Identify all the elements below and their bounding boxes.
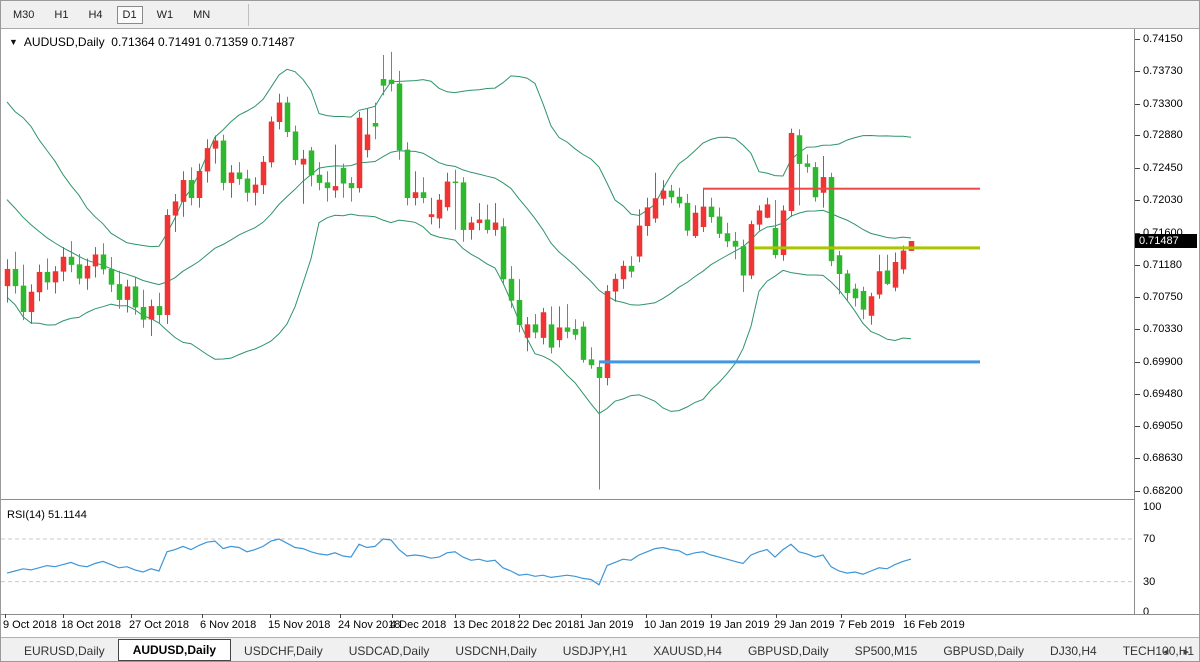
tab-usdcnh-daily[interactable]: USDCNH,Daily	[442, 641, 549, 661]
price-tick-label: 0.69050	[1143, 420, 1183, 432]
price-tick-label: 0.68200	[1143, 485, 1183, 497]
price-tick-mark	[1135, 362, 1140, 363]
price-tick-label: 0.69900	[1143, 356, 1183, 368]
date-tick-mark	[202, 614, 203, 618]
tab-eurusd-daily[interactable]: EURUSD,Daily	[11, 641, 118, 661]
date-tick-label: 16 Feb 2019	[903, 619, 965, 631]
rsi-tick-label: 100	[1143, 501, 1161, 513]
price-tick-mark	[1135, 297, 1140, 298]
chart-title: ▼ AUDUSD,Daily 0.71364 0.71491 0.71359 0…	[9, 35, 295, 49]
rsi-tick-label: 70	[1143, 533, 1155, 545]
date-tick-mark	[63, 614, 64, 618]
tab-audusd-daily[interactable]: AUDUSD,Daily	[118, 639, 231, 661]
tab-usdcad-daily[interactable]: USDCAD,Daily	[336, 641, 443, 661]
price-tick-mark	[1135, 458, 1140, 459]
timeframe-button-mn[interactable]: MN	[187, 6, 216, 24]
price-tick-mark	[1135, 39, 1140, 40]
date-tick-mark	[392, 614, 393, 618]
pane-separator[interactable]	[1, 499, 1135, 500]
rsi-indicator-label: RSI(14) 51.1144	[7, 509, 87, 521]
timeframe-button-w1[interactable]: W1	[151, 6, 180, 24]
date-tick-mark	[905, 614, 906, 618]
price-tick-mark	[1135, 71, 1140, 72]
date-tick-label: 15 Nov 2018	[268, 619, 330, 631]
date-tick-label: 19 Jan 2019	[709, 619, 770, 631]
date-tick-mark	[131, 614, 132, 618]
date-tick-mark	[270, 614, 271, 618]
price-tick-label: 0.72030	[1143, 194, 1183, 206]
price-tick-mark	[1135, 233, 1140, 234]
price-tick-label: 0.70330	[1143, 323, 1183, 335]
date-tick-label: 27 Oct 2018	[129, 619, 189, 631]
price-tick-label: 0.68630	[1143, 452, 1183, 464]
date-tick-mark	[581, 614, 582, 618]
date-tick-label: 1 Jan 2019	[579, 619, 633, 631]
price-chart-canvas[interactable]	[1, 29, 1134, 499]
timeframe-toolbar: M30 H1 H4 D1 W1 MN	[1, 1, 1200, 29]
price-tick-mark	[1135, 104, 1140, 105]
tab-gbpusd-daily[interactable]: GBPUSD,Daily	[735, 641, 842, 661]
price-tick-mark	[1135, 426, 1140, 427]
tab-dj30-h4[interactable]: DJ30,H4	[1037, 641, 1110, 661]
timeframe-button-h4[interactable]: H4	[82, 6, 108, 24]
price-tick-mark	[1135, 265, 1140, 266]
price-tick-label: 0.71180	[1143, 259, 1182, 271]
price-tick-mark	[1135, 135, 1140, 136]
price-tick-label: 0.72880	[1143, 129, 1183, 141]
terminal-window: M30 H1 H4 D1 W1 MN ▼ AUDUSD,Daily 0.71364 0.7…	[0, 0, 1200, 662]
timeframe-button-d1[interactable]: D1	[117, 6, 143, 24]
date-tick-label: 13 Dec 2018	[453, 619, 515, 631]
price-tick-mark	[1135, 491, 1140, 492]
chart-title-text: AUDUSD,Daily 0.71364 0.71491 0.71359 0.7…	[24, 35, 295, 49]
date-tick-label: 10 Jan 2019	[644, 619, 705, 631]
date-tick-mark	[841, 614, 842, 618]
tab-sp500-m15[interactable]: SP500,M15	[842, 641, 931, 661]
date-tick-label: 9 Oct 2018	[3, 619, 57, 631]
price-tick-label: 0.74150	[1143, 33, 1183, 45]
date-tick-mark	[711, 614, 712, 618]
price-tick-label: 0.71600	[1143, 227, 1183, 239]
chevron-down-icon[interactable]: ▼	[9, 37, 18, 47]
price-tick-label: 0.69480	[1143, 388, 1183, 400]
price-tick-mark	[1135, 329, 1140, 330]
price-tick-mark	[1135, 394, 1140, 395]
price-tick-label: 0.72450	[1143, 162, 1183, 174]
rsi-tick-label: 30	[1143, 576, 1155, 588]
timeframe-button-m30[interactable]: M30	[7, 6, 40, 24]
date-tick-mark	[5, 614, 6, 618]
date-tick-label: 18 Oct 2018	[61, 619, 121, 631]
tab-xauusd-h4[interactable]: XAUUSD,H4	[640, 641, 735, 661]
date-tick-label: 29 Jan 2019	[774, 619, 835, 631]
price-tick-label: 0.70750	[1143, 291, 1183, 303]
date-tick-label: 7 Feb 2019	[839, 619, 895, 631]
tab-scroll-arrows[interactable]: ◂ ▸	[1163, 645, 1195, 658]
date-tick-mark	[519, 614, 520, 618]
price-axis[interactable]: 0.71487 0.741500.737300.733000.728800.72…	[1135, 29, 1200, 614]
date-tick-label: 22 Dec 2018	[517, 619, 579, 631]
rsi-chart-canvas[interactable]	[1, 506, 1134, 614]
tab-usdchf-daily[interactable]: USDCHF,Daily	[231, 641, 336, 661]
date-tick-mark	[455, 614, 456, 618]
toolbar-separator	[248, 4, 249, 26]
symbol-tabbar: EURUSD,DailyAUDUSD,DailyUSDCHF,DailyUSDC…	[1, 637, 1200, 662]
date-tick-label: 6 Nov 2018	[200, 619, 256, 631]
tab-gbpusd-daily[interactable]: GBPUSD,Daily	[930, 641, 1037, 661]
price-tick-mark	[1135, 168, 1140, 169]
timeframe-button-h1[interactable]: H1	[48, 6, 74, 24]
date-tick-mark	[646, 614, 647, 618]
price-tick-label: 0.73730	[1143, 65, 1183, 77]
date-tick-mark	[776, 614, 777, 618]
price-tick-mark	[1135, 200, 1140, 201]
tab-usdjpy-h1[interactable]: USDJPY,H1	[550, 641, 640, 661]
date-axis[interactable]: 9 Oct 2018 18 Oct 2018 27 Oct 2018 6 Nov 20…	[1, 614, 1200, 636]
date-tick-mark	[340, 614, 341, 618]
date-tick-label: 4 Dec 2018	[390, 619, 446, 631]
price-tick-label: 0.73300	[1143, 98, 1183, 110]
